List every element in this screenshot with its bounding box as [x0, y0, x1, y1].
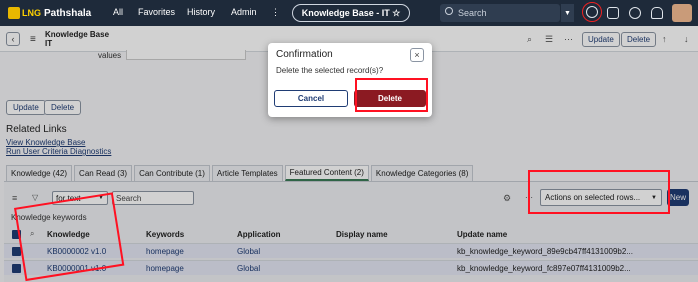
search-icon [445, 7, 453, 15]
logo-brand: LNG [22, 8, 41, 18]
globe-highlight-annotation [582, 2, 602, 22]
context-pill[interactable]: Knowledge Base - IT ☆ [292, 4, 410, 22]
actions-highlight-annotation [528, 170, 670, 214]
logo-mark-icon [8, 7, 20, 19]
close-icon[interactable]: × [410, 48, 424, 62]
more-menu-icon[interactable]: ⋮ [271, 7, 280, 18]
app-logo[interactable]: LNG Pathshala [8, 6, 91, 20]
delete-highlight-annotation [355, 78, 428, 112]
search-placeholder: Search [458, 8, 487, 18]
nav-history[interactable]: History [187, 7, 215, 17]
cancel-button[interactable]: Cancel [274, 90, 348, 107]
nav-all[interactable]: All [113, 7, 123, 17]
user-avatar[interactable] [672, 4, 692, 22]
notifications-icon[interactable] [651, 7, 663, 19]
top-navigation: LNG Pathshala All Favorites History Admi… [0, 0, 698, 26]
chat-icon[interactable] [607, 7, 619, 19]
rows-highlight-annotation [14, 192, 125, 282]
logo-name: Pathshala [44, 7, 92, 19]
nav-admin[interactable]: Admin [231, 7, 257, 17]
nav-favorites[interactable]: Favorites [138, 7, 175, 17]
global-search-input[interactable]: Search [440, 4, 560, 22]
search-scope-dropdown[interactable]: ▼ [560, 4, 574, 22]
dialog-message: Delete the selected record(s)? [276, 66, 384, 75]
help-icon[interactable] [629, 7, 641, 19]
dialog-title: Confirmation [276, 49, 333, 60]
